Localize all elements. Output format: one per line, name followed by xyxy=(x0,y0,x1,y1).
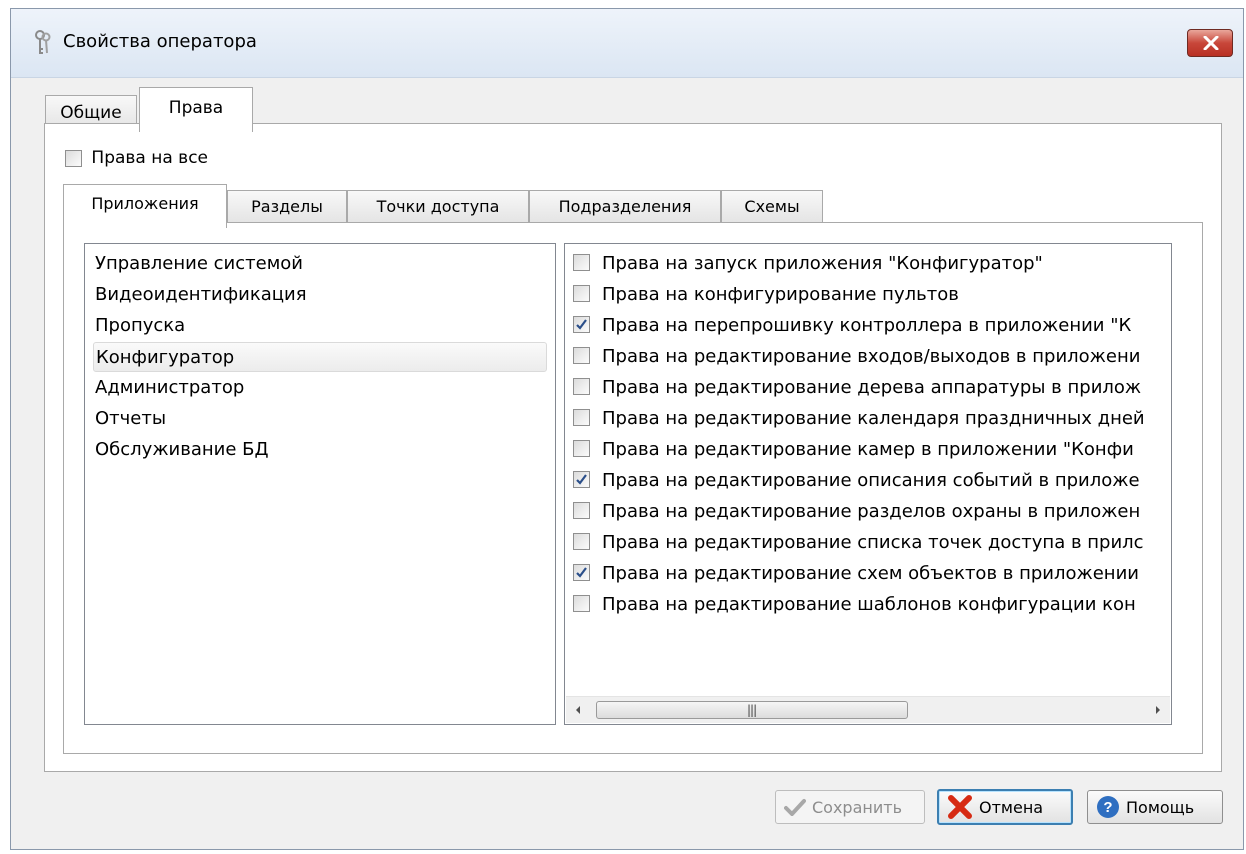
permission-row[interactable]: Права на редактирование схем объектов в … xyxy=(573,559,1171,589)
list-item-reports[interactable]: Отчеты xyxy=(93,404,547,434)
subtab-schemes-label: Схемы xyxy=(744,197,800,216)
subtab-access-points[interactable]: Точки доступа xyxy=(347,190,529,223)
permission-checkbox[interactable] xyxy=(573,502,590,519)
operator-properties-window: Свойства оператора Общие Права Права на … xyxy=(10,8,1244,850)
subtab-access-points-label: Точки доступа xyxy=(376,197,500,216)
permission-checkbox[interactable] xyxy=(573,409,590,426)
permission-row[interactable]: Права на редактирование разделов охраны … xyxy=(573,497,1171,527)
horizontal-scrollbar[interactable]: ||| xyxy=(566,696,1170,723)
applications-list[interactable]: Управление системой Видеоидентификация П… xyxy=(84,243,556,725)
help-icon: ? xyxy=(1097,796,1119,818)
subtab-sections-label: Разделы xyxy=(251,197,323,216)
cancel-button-label: Отмена xyxy=(979,797,1044,817)
tab-rights[interactable]: Права xyxy=(139,87,253,132)
subtab-applications-label: Приложения xyxy=(91,194,199,213)
tab-general-label: Общие xyxy=(60,103,122,123)
permission-checkbox[interactable] xyxy=(573,564,590,581)
permission-checkbox[interactable] xyxy=(573,285,590,302)
keys-icon xyxy=(35,30,51,54)
permission-label: Права на перепрошивку контроллера в прил… xyxy=(602,315,1132,336)
scroll-left-icon[interactable] xyxy=(574,705,582,715)
help-button-label: Помощь xyxy=(1126,797,1195,817)
scrollbar-thumb[interactable]: ||| xyxy=(596,701,908,719)
svg-text:?: ? xyxy=(1103,799,1112,816)
list-item-video-identification[interactable]: Видеоидентификация xyxy=(93,280,547,310)
title-bar: Свойства оператора xyxy=(11,9,1243,78)
subtab-schemes[interactable]: Схемы xyxy=(721,190,823,223)
permission-row[interactable]: Права на редактирование списка точек дос… xyxy=(573,528,1171,558)
check-icon xyxy=(576,474,587,485)
applications-tab-panel: Управление системой Видеоидентификация П… xyxy=(63,222,1203,754)
list-item-db-maintenance[interactable]: Обслуживание БД xyxy=(93,435,547,465)
permission-row[interactable]: Права на редактирование дерева аппаратур… xyxy=(573,373,1171,403)
save-button-label: Сохранить xyxy=(812,797,902,817)
permission-row[interactable]: Права на редактирование камер в приложен… xyxy=(573,435,1171,465)
subtab-applications[interactable]: Приложения xyxy=(63,184,227,228)
close-button[interactable] xyxy=(1187,29,1233,57)
checkmark-icon xyxy=(784,799,806,816)
check-icon xyxy=(576,567,587,578)
permission-checkbox[interactable] xyxy=(573,378,590,395)
permission-checkbox[interactable] xyxy=(573,440,590,457)
permission-checkbox[interactable] xyxy=(573,595,590,612)
permission-row[interactable]: Права на редактирование входов/выходов в… xyxy=(573,342,1171,372)
permission-label: Права на редактирование камер в приложен… xyxy=(602,439,1134,460)
subtab-sections[interactable]: Разделы xyxy=(227,190,347,223)
scrollbar-grip: ||| xyxy=(747,703,757,717)
permission-row[interactable]: Права на конфигурирование пультов xyxy=(573,280,1171,310)
all-rights-label: Права на все xyxy=(91,148,208,168)
permission-row[interactable]: Права на запуск приложения "Конфигуратор… xyxy=(573,249,1171,279)
close-icon xyxy=(1203,36,1219,50)
check-icon xyxy=(576,319,587,330)
list-item-passes[interactable]: Пропуска xyxy=(93,311,547,341)
window-title: Свойства оператора xyxy=(63,31,257,52)
permission-row[interactable]: Права на редактирование шаблонов конфигу… xyxy=(573,590,1171,620)
permission-row[interactable]: Права на перепрошивку контроллера в прил… xyxy=(573,311,1171,341)
permission-row[interactable]: Права на редактирование описания событий… xyxy=(573,466,1171,496)
list-item-configurator[interactable]: Конфигуратор xyxy=(93,342,547,372)
all-rights-checkbox-box[interactable] xyxy=(65,149,82,167)
save-button[interactable]: Сохранить xyxy=(775,790,925,824)
permission-label: Права на редактирование схем объектов в … xyxy=(602,563,1139,584)
permissions-list[interactable]: Права на запуск приложения "Конфигуратор… xyxy=(564,243,1172,725)
permission-label: Права на редактирование входов/выходов в… xyxy=(602,346,1141,367)
subtab-departments[interactable]: Подразделения xyxy=(529,190,721,223)
tab-rights-label: Права xyxy=(168,98,224,118)
permission-label: Права на редактирование дерева аппаратур… xyxy=(602,377,1142,398)
list-item-system-management[interactable]: Управление системой xyxy=(93,249,547,279)
list-item-administrator[interactable]: Администратор xyxy=(93,373,547,403)
permission-checkbox[interactable] xyxy=(573,533,590,550)
all-rights-checkbox[interactable]: Права на все xyxy=(65,148,208,168)
permission-checkbox[interactable] xyxy=(573,316,590,333)
permission-checkbox[interactable] xyxy=(573,347,590,364)
permission-label: Права на редактирование разделов охраны … xyxy=(602,501,1141,522)
permission-label: Права на редактирование списка точек дос… xyxy=(602,532,1144,553)
help-button[interactable]: ? Помощь xyxy=(1087,790,1223,824)
permission-checkbox[interactable] xyxy=(573,254,590,271)
rights-tab-panel: Права на все Приложения Разделы Точки до… xyxy=(44,123,1222,772)
subtab-departments-label: Подразделения xyxy=(558,197,692,216)
scroll-right-icon[interactable] xyxy=(1154,705,1162,715)
cross-icon xyxy=(948,795,972,819)
permission-label: Права на запуск приложения "Конфигуратор… xyxy=(602,253,1043,274)
permission-checkbox[interactable] xyxy=(573,471,590,488)
permission-label: Права на редактирование шаблонов конфигу… xyxy=(602,594,1136,615)
cancel-button[interactable]: Отмена xyxy=(937,789,1073,825)
permission-row[interactable]: Права на редактирование календаря праздн… xyxy=(573,404,1171,434)
permission-label: Права на редактирование календаря праздн… xyxy=(602,408,1145,429)
permission-label: Права на редактирование описания событий… xyxy=(602,470,1140,491)
permission-label: Права на конфигурирование пультов xyxy=(602,284,959,305)
